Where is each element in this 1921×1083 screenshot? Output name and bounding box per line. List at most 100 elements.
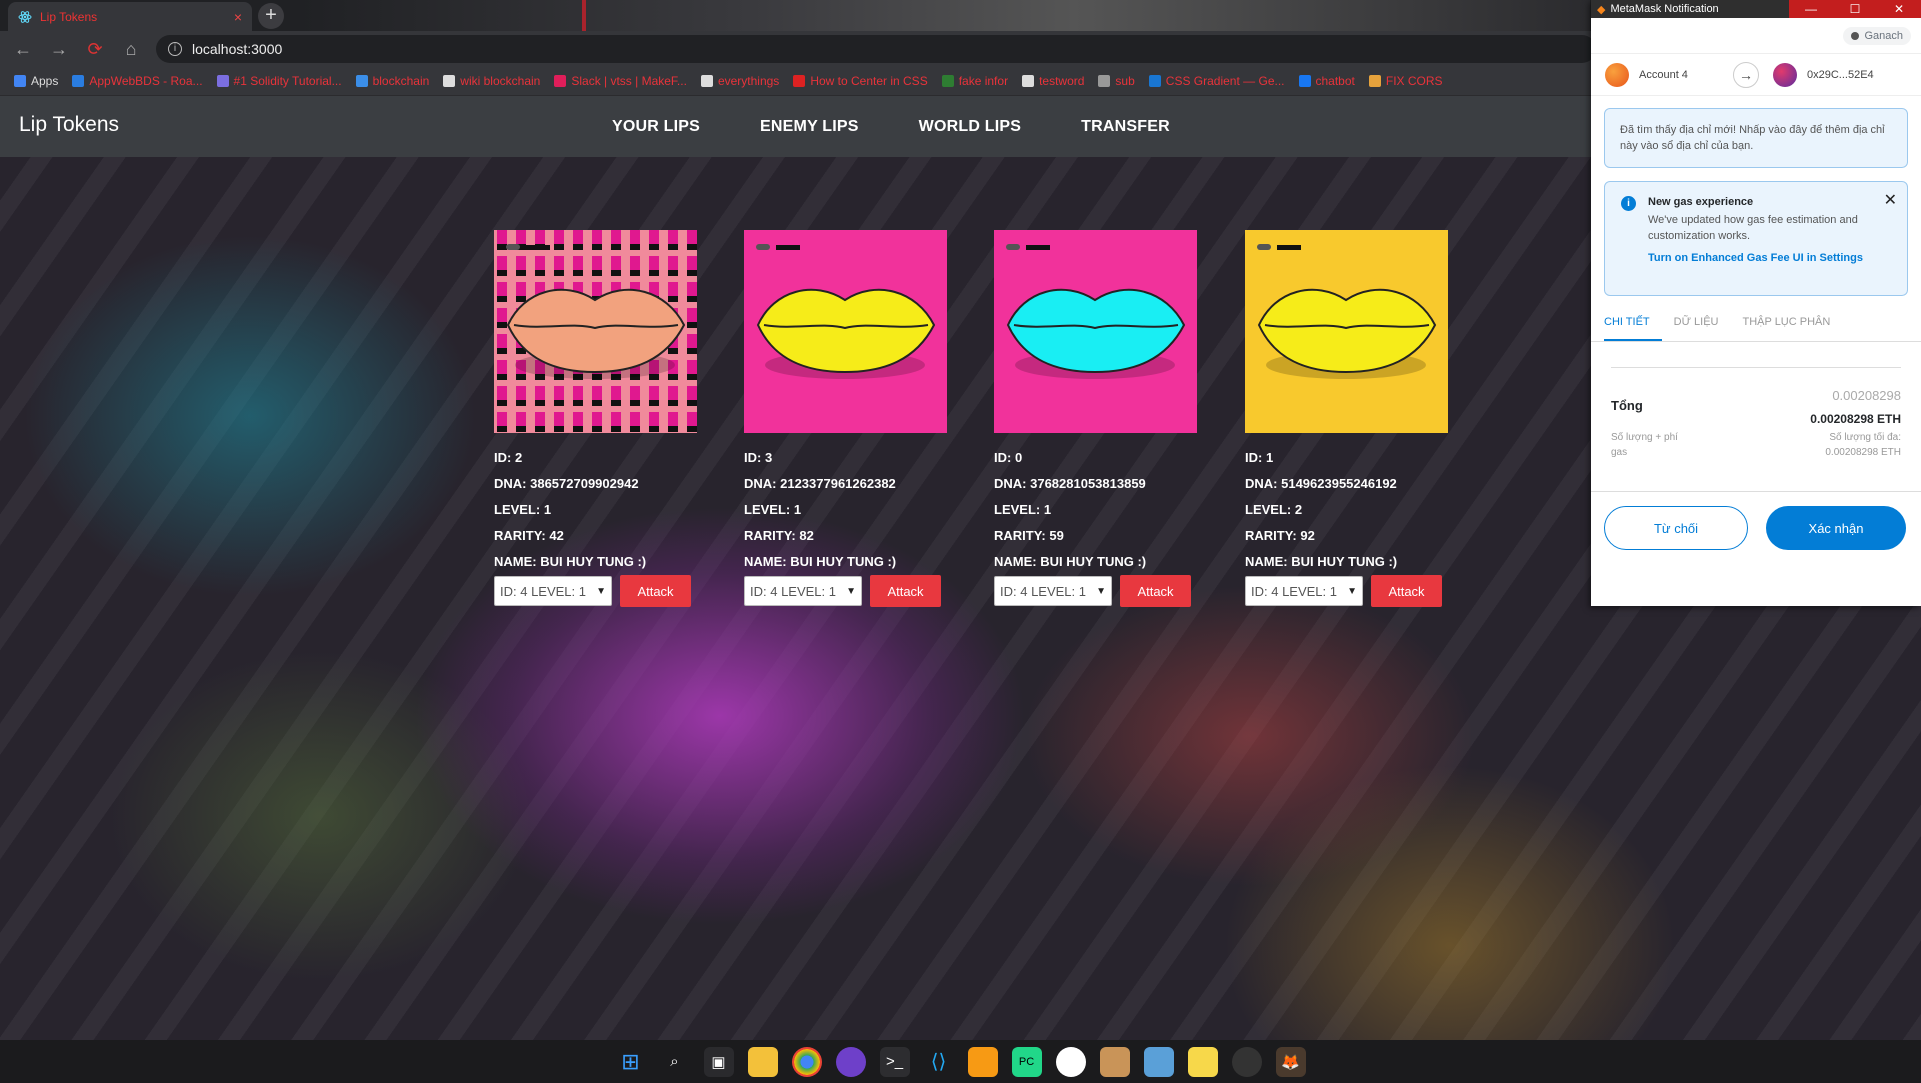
chrome-icon[interactable]: [791, 1046, 822, 1077]
target-select[interactable]: ID: 4 LEVEL: 1 ▼: [494, 576, 612, 606]
bookmark-favicon-icon: [1022, 75, 1035, 87]
lip-id: ID: 2: [494, 450, 523, 465]
bookmark-item[interactable]: How to Center in CSS: [793, 74, 928, 88]
bookmark-favicon-icon: [1098, 75, 1111, 87]
from-avatar: [1605, 62, 1629, 87]
bookmark-item[interactable]: CSS Gradient — Ge...: [1148, 74, 1285, 88]
bookmark-favicon-icon: [443, 75, 456, 87]
new-address-notice[interactable]: Đã tìm thấy địa chỉ mới! Nhấp vào đây để…: [1604, 108, 1908, 168]
lip-info: ID: 2 DNA: 386572709902942 LEVEL: 1 RARI…: [494, 445, 698, 575]
search-icon[interactable]: ⌕: [660, 1047, 690, 1077]
tab-data[interactable]: DỮ LIỆU: [1674, 310, 1731, 341]
nav-enemy-lips[interactable]: ENEMY LIPS: [760, 118, 859, 136]
metamask-fox-icon: ◆: [1597, 3, 1606, 16]
network-selector[interactable]: Ganach: [1843, 26, 1911, 45]
bookmark-favicon-icon: [14, 75, 26, 87]
target-select-value: ID: 4 LEVEL: 1: [750, 583, 836, 599]
tab-title: Lip Tokens: [40, 9, 98, 24]
minimize-icon[interactable]: —: [1789, 0, 1833, 18]
bookmark-item[interactable]: everythings: [700, 74, 780, 88]
maximize-icon[interactable]: ☐: [1833, 0, 1877, 18]
obs-icon[interactable]: [1231, 1046, 1262, 1077]
target-select[interactable]: ID: 4 LEVEL: 1 ▼: [994, 576, 1112, 606]
lip-actions: ID: 4 LEVEL: 1 ▼ Attack: [994, 575, 1198, 607]
lip-card: ID: 0 DNA: 3768281053813859 LEVEL: 1 RAR…: [994, 230, 1198, 607]
bookmark-item[interactable]: testword: [1022, 74, 1084, 88]
bookmark-item[interactable]: wiki blockchain: [443, 74, 540, 88]
windows-start-icon[interactable]: ⊞: [616, 1047, 646, 1077]
bookmark-item[interactable]: #1 Solidity Tutorial...: [216, 74, 342, 88]
pycharm-icon[interactable]: PC: [1011, 1046, 1042, 1077]
lip-rarity: RARITY: 82: [744, 528, 814, 543]
chevron-down-icon: ▼: [596, 585, 606, 597]
bookmark-item[interactable]: sub: [1098, 74, 1135, 88]
site-info-icon[interactable]: i: [168, 42, 182, 56]
new-tab-button[interactable]: +: [258, 3, 284, 29]
to-address[interactable]: 0x29C...52E4: [1807, 69, 1874, 81]
photos-icon[interactable]: [1143, 1046, 1174, 1077]
network-name: Ganach: [1864, 29, 1903, 42]
lip-dna: DNA: 5149623955246192: [1245, 476, 1397, 491]
bookmark-item[interactable]: blockchain: [355, 74, 429, 88]
bookmark-item[interactable]: AppWebBDS - Roa...: [72, 74, 203, 88]
bookmark-item[interactable]: chatbot: [1298, 74, 1355, 88]
package-icon[interactable]: [1099, 1046, 1130, 1077]
bookmark-favicon-icon: [700, 75, 713, 87]
vscode-icon[interactable]: ⟨⟩: [924, 1047, 954, 1077]
github-icon[interactable]: [835, 1046, 866, 1077]
app-icon[interactable]: [1055, 1046, 1086, 1077]
info-icon: i: [1621, 196, 1636, 211]
sublime-icon[interactable]: [967, 1046, 998, 1077]
bookmark-label: fake infor: [958, 74, 1009, 88]
lip-level: LEVEL: 2: [1245, 502, 1303, 517]
file-explorer-icon[interactable]: [747, 1046, 778, 1077]
target-select[interactable]: ID: 4 LEVEL: 1 ▼: [1245, 576, 1363, 606]
terminal-icon[interactable]: >_: [879, 1046, 910, 1077]
target-select[interactable]: ID: 4 LEVEL: 1 ▼: [744, 576, 862, 606]
confirm-button[interactable]: Xác nhận: [1766, 506, 1906, 550]
attack-button[interactable]: Attack: [1120, 575, 1191, 607]
attack-button[interactable]: Attack: [1371, 575, 1442, 607]
from-account: Account 4: [1639, 68, 1688, 81]
close-window-icon[interactable]: ✕: [1877, 0, 1921, 18]
tab-close-icon[interactable]: ×: [234, 9, 242, 25]
nav-world-lips[interactable]: WORLD LIPS: [919, 118, 1021, 136]
close-icon[interactable]: ✕: [1884, 190, 1897, 210]
lip-card: ID: 3 DNA: 2123377961262382 LEVEL: 1 RAR…: [744, 230, 948, 607]
brand-title[interactable]: Lip Tokens: [19, 113, 119, 137]
divider: [1611, 367, 1901, 368]
reject-button[interactable]: Từ chối: [1604, 506, 1748, 550]
lip-dna: DNA: 3768281053813859: [994, 476, 1146, 491]
lip-rarity: RARITY: 92: [1245, 528, 1315, 543]
nav-transfer[interactable]: TRANSFER: [1081, 118, 1170, 136]
enhanced-gas-link[interactable]: Turn on Enhanced Gas Fee UI in Settings: [1648, 252, 1893, 264]
back-icon[interactable]: ←: [12, 39, 34, 60]
bookmark-label: everythings: [717, 74, 780, 88]
bookmark-favicon-icon: [72, 75, 85, 87]
lip-name: NAME: BUI HUY TUNG :): [494, 554, 647, 569]
bookmark-item[interactable]: Slack | vtss | MakeF...: [554, 74, 687, 88]
attack-button[interactable]: Attack: [870, 575, 941, 607]
tx-tabs: CHI TIẾT DỮ LIỆU THẬP LỤC PHÂN: [1591, 310, 1921, 342]
address-bar-url: localhost:3000: [192, 41, 283, 57]
tab-hex[interactable]: THẬP LỤC PHÂN: [1743, 310, 1843, 341]
metamask-popup: ◆ MetaMask Notification — ☐ ✕ Ganach Acc…: [1591, 0, 1921, 606]
metamask-taskbar-icon[interactable]: 🦊: [1275, 1046, 1306, 1077]
task-view-icon[interactable]: ▣: [703, 1046, 734, 1077]
sticky-notes-icon[interactable]: [1187, 1046, 1218, 1077]
nav-your-lips[interactable]: YOUR LIPS: [612, 118, 700, 136]
bookmark-favicon-icon: [216, 75, 229, 87]
home-icon[interactable]: ⌂: [120, 39, 142, 60]
target-select-value: ID: 4 LEVEL: 1: [500, 583, 586, 599]
lip-info: ID: 1 DNA: 5149623955246192 LEVEL: 2 RAR…: [1245, 445, 1449, 575]
bookmark-favicon-icon: [1298, 75, 1311, 87]
browser-tab-active[interactable]: Lip Tokens ×: [8, 2, 252, 31]
bookmark-item[interactable]: Apps: [14, 74, 58, 88]
forward-icon[interactable]: →: [48, 39, 70, 60]
attack-button[interactable]: Attack: [620, 575, 691, 607]
reload-icon[interactable]: ⟳: [84, 39, 106, 60]
bookmark-item[interactable]: FIX CORS: [1368, 74, 1443, 88]
address-bar[interactable]: i localhost:3000: [156, 35, 1596, 63]
tab-details[interactable]: CHI TIẾT: [1604, 310, 1662, 341]
bookmark-item[interactable]: fake infor: [941, 74, 1009, 88]
